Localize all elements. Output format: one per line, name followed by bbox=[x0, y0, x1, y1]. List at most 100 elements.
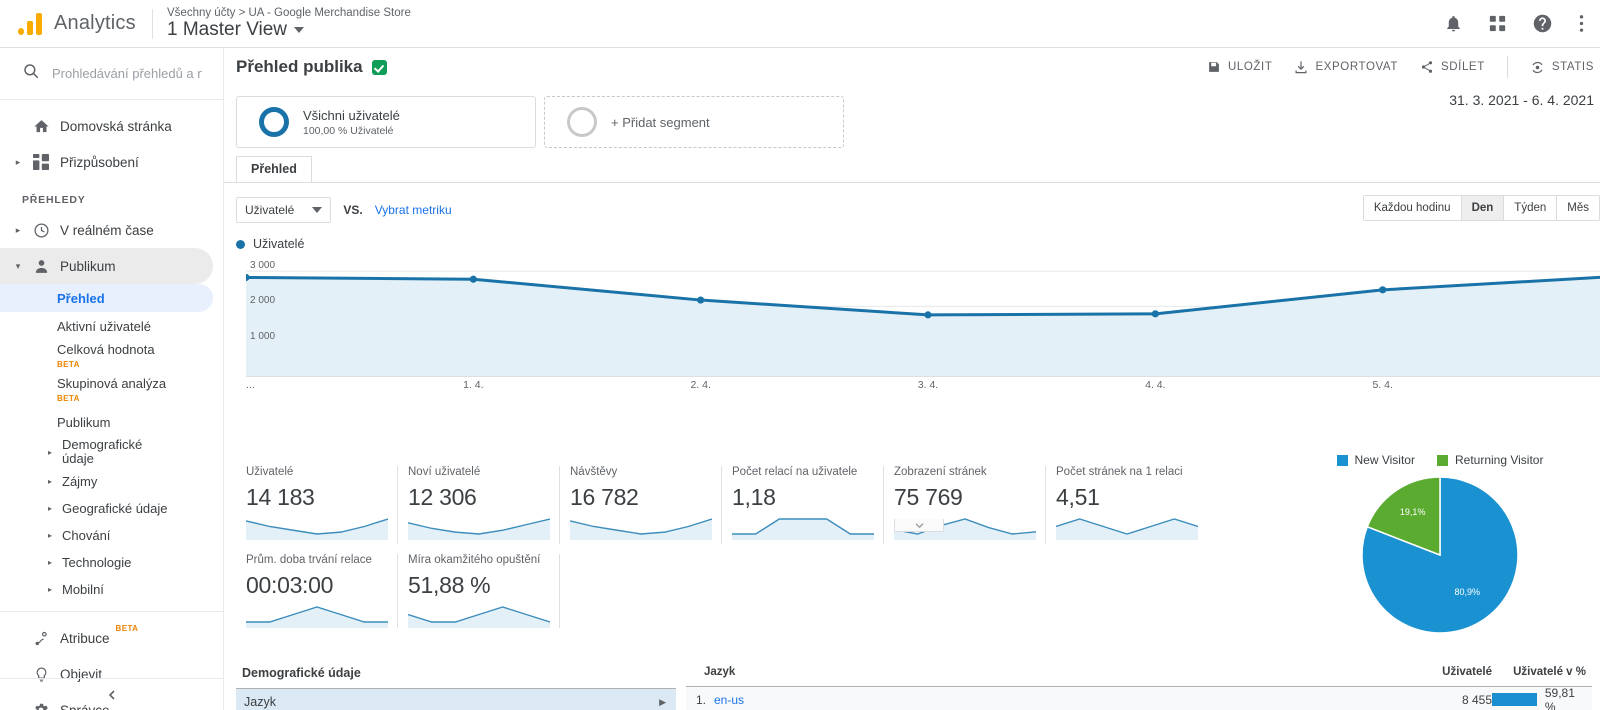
users-line-chart[interactable]: 3 000 2 000 1 000 bbox=[242, 257, 1600, 378]
sidebar-item-label: Publikum bbox=[60, 258, 116, 274]
share-button[interactable]: SDÍLET bbox=[1420, 60, 1485, 74]
column-header-users: Uživatelé bbox=[1442, 666, 1492, 678]
sidebar-item-label: V reálném čase bbox=[60, 222, 154, 238]
granularity-day[interactable]: Den bbox=[1461, 196, 1505, 220]
granularity-week[interactable]: Týden bbox=[1504, 196, 1558, 220]
dimension-label: Jazyk bbox=[244, 695, 276, 709]
brand-label: Analytics bbox=[54, 12, 136, 34]
divider bbox=[0, 611, 223, 612]
tab-overview[interactable]: Přehled bbox=[236, 156, 312, 182]
chart-collapse-toggle[interactable] bbox=[894, 519, 944, 532]
view-selector[interactable]: 1 Master View bbox=[167, 19, 411, 41]
x-axis-tick: ... bbox=[246, 379, 255, 391]
insights-button[interactable]: STATIS bbox=[1530, 60, 1594, 75]
sidebar-item-active-users[interactable]: Aktivní uživatelé bbox=[0, 312, 223, 340]
x-axis-ticks: ...1. 4.2. 4.3. 4.4. 4.5. 4.6. bbox=[246, 377, 1600, 397]
kpi-card[interactable]: Počet relací na uživatele 1,18 bbox=[722, 466, 884, 544]
sidebar-item-cohort[interactable]: Skupinová analýza BETA bbox=[0, 374, 223, 408]
metric-select[interactable]: Uživatelé bbox=[236, 197, 332, 223]
row-language-link[interactable]: en-us bbox=[706, 693, 744, 707]
kpi-label: Prům. doba trvání relace bbox=[246, 554, 372, 566]
sidebar-item-realtime[interactable]: ▸ V reálném čase bbox=[0, 212, 223, 248]
kpi-sparkline bbox=[732, 515, 874, 540]
x-axis-tick: 4. 4. bbox=[1145, 379, 1166, 391]
table-row[interactable]: 1. en-us 8 455 59,81 % bbox=[686, 686, 1592, 710]
pie-legend-new-visitor[interactable]: New Visitor bbox=[1336, 453, 1415, 467]
kpi-label: Počet relací na uživatele bbox=[732, 466, 858, 478]
verified-shield-icon bbox=[371, 59, 387, 75]
sidebar-item-geo[interactable]: ▸ Geografické údaje bbox=[0, 495, 223, 522]
apps-grid-icon[interactable] bbox=[1489, 15, 1506, 32]
kpi-card[interactable]: Prům. doba trvání relace 00:03:00 bbox=[236, 554, 398, 628]
search-input[interactable] bbox=[52, 66, 202, 81]
sidebar-item-overview[interactable]: Přehled bbox=[0, 284, 213, 312]
kpi-sparkline bbox=[1055, 515, 1199, 540]
tab-bar: Přehled bbox=[224, 156, 1600, 183]
date-range-picker[interactable]: 31. 3. 2021 - 6. 4. 2021 bbox=[1449, 92, 1594, 108]
kpi-card[interactable]: Zobrazení stránek 75 769 bbox=[884, 466, 1046, 544]
pick-metric-link[interactable]: Vybrat metriku bbox=[375, 203, 452, 217]
kpi-label: Uživatelé bbox=[246, 466, 294, 478]
sidebar-collapse-button[interactable] bbox=[0, 678, 224, 710]
sidebar-item-behavior[interactable]: ▸ Chování bbox=[0, 522, 223, 549]
add-segment-button[interactable]: + Přidat segment bbox=[544, 96, 844, 148]
segment-percentage: 100,00 % Uživatelé bbox=[303, 124, 394, 137]
segments-row: Všichni uživatelé 100,00 % Uživatelé + P… bbox=[224, 86, 1600, 148]
granularity-month[interactable]: Měs bbox=[1557, 196, 1599, 220]
sidebar-item-audiences[interactable]: Publikum bbox=[0, 408, 223, 436]
demographics-box: Demografické údaje Jazyk ▶ Země bbox=[236, 656, 676, 710]
attribution-icon bbox=[26, 630, 56, 647]
kpi-card[interactable]: Noví uživatelé 12 306 bbox=[398, 466, 560, 544]
chevron-right-icon: ▸ bbox=[48, 531, 53, 540]
kpi-card[interactable]: Míra okamžitého opuštění 51,88 % bbox=[398, 554, 560, 628]
pie-chart-svg[interactable]: 80,9% 19,1% bbox=[1290, 467, 1590, 637]
dimension-item-language[interactable]: Jazyk ▶ bbox=[236, 689, 676, 710]
kpi-sparkline bbox=[407, 603, 551, 628]
analytics-logo[interactable]: Analytics bbox=[0, 12, 148, 35]
kpi-card[interactable]: Návštěvy 16 782 bbox=[560, 466, 722, 544]
sidebar-item-audience[interactable]: ▾ Publikum bbox=[0, 248, 213, 284]
export-label: EXPORTOVAT bbox=[1315, 61, 1398, 73]
analytics-app: Analytics Všechny účty > UA - Google Mer… bbox=[0, 0, 1600, 710]
granularity-hourly[interactable]: Každou hodinu bbox=[1363, 196, 1462, 220]
page-header: Přehled publika ULOŽIT EXPORTOVAT SDÍLET bbox=[224, 48, 1600, 108]
save-icon bbox=[1209, 62, 1219, 72]
segment-name: Všichni uživatelé bbox=[303, 107, 400, 123]
legend-swatch bbox=[1336, 454, 1348, 466]
export-button[interactable]: EXPORTOVAT bbox=[1294, 60, 1397, 74]
insights-icon bbox=[1532, 61, 1543, 73]
kpi-value: 51,88 % bbox=[408, 572, 491, 598]
sidebar-item-customize[interactable]: ▸ Přizpůsobení bbox=[0, 144, 223, 180]
chevron-right-icon: ▸ bbox=[48, 558, 53, 567]
segment-placeholder-icon bbox=[567, 107, 597, 137]
kpi-value: 1,18 bbox=[732, 484, 776, 510]
tab-underline bbox=[224, 182, 1600, 183]
new-vs-returning-pie: New Visitor Returning Visitor 80,9% 19,1% bbox=[1290, 453, 1590, 642]
kpi-card[interactable]: Počet stránek na 1 relaci 4,51 bbox=[1046, 466, 1208, 544]
kpi-value: 14 183 bbox=[246, 484, 315, 510]
sidebar-item-lifetime-value[interactable]: Celková hodnota BETA bbox=[0, 340, 223, 374]
beta-badge: BETA bbox=[57, 360, 80, 369]
kpi-card[interactable]: Uživatelé 14 183 bbox=[236, 466, 398, 544]
bell-icon[interactable] bbox=[1444, 14, 1463, 33]
bottom-section: Demografické údaje Jazyk ▶ Země Jazyk Už… bbox=[224, 656, 1600, 710]
sidebar-nav: Domovská stránka ▸ Přizpůsobení PŘEHLEDY… bbox=[0, 100, 223, 710]
chevron-right-icon: ▸ bbox=[48, 504, 53, 513]
segment-all-users[interactable]: Všichni uživatelé 100,00 % Uživatelé bbox=[236, 96, 536, 148]
kpi-value: 00:03:00 bbox=[246, 572, 334, 598]
row-users-pct: 59,81 % bbox=[1492, 686, 1592, 710]
share-icon bbox=[1421, 61, 1433, 73]
table-header: Jazyk Uživatelé Uživatelé v % bbox=[686, 656, 1592, 687]
sidebar-item-demographics[interactable]: ▸ Demografické údaje bbox=[0, 436, 223, 468]
help-icon[interactable] bbox=[1532, 13, 1553, 34]
page-actions: ULOŽIT EXPORTOVAT SDÍLET STATIS bbox=[1207, 56, 1600, 78]
sidebar-item-home[interactable]: Domovská stránka bbox=[0, 108, 223, 144]
account-selector[interactable]: Všechny účty > UA - Google Merchandise S… bbox=[167, 7, 411, 41]
sidebar-item-mobile[interactable]: ▸ Mobilní bbox=[0, 576, 223, 603]
pie-legend-returning-visitor[interactable]: Returning Visitor bbox=[1436, 453, 1543, 467]
more-vert-icon[interactable] bbox=[1579, 14, 1584, 33]
sidebar-item-technology[interactable]: ▸ Technologie bbox=[0, 549, 223, 576]
save-button[interactable]: ULOŽIT bbox=[1207, 60, 1273, 74]
sidebar-item-interests[interactable]: ▸ Zájmy bbox=[0, 468, 223, 495]
sidebar-item-attribution[interactable]: Atribuce BETA bbox=[0, 620, 223, 656]
